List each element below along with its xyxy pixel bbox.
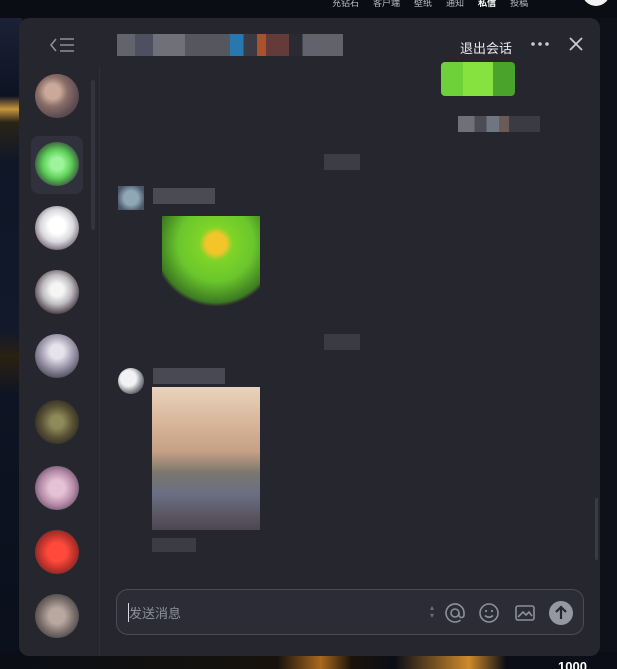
send-icon xyxy=(555,605,567,619)
sender-avatar[interactable] xyxy=(118,186,144,210)
nav-item-diamond[interactable]: 充钻石 xyxy=(332,0,359,9)
conversation-avatar[interactable] xyxy=(35,270,79,314)
conversation-avatar[interactable] xyxy=(35,74,79,118)
collapse-sidebar-icon[interactable] xyxy=(49,36,75,54)
message-scrollbar[interactable] xyxy=(595,498,598,560)
sent-meta-redacted xyxy=(458,116,540,132)
close-icon[interactable] xyxy=(566,34,586,54)
chat-header: 退出会话 xyxy=(100,18,600,68)
at-icon[interactable] xyxy=(443,601,467,625)
message-input[interactable] xyxy=(129,604,419,622)
time-divider-redacted xyxy=(324,334,360,350)
sent-sticker[interactable] xyxy=(441,62,515,96)
conversation-avatar[interactable] xyxy=(35,142,79,186)
exit-conversation-button[interactable]: 退出会话 xyxy=(460,38,512,57)
nav-item-wallpaper[interactable]: 壁纸 xyxy=(414,0,432,9)
nav-item-client[interactable]: 客户端 xyxy=(373,0,400,9)
sender-avatar[interactable] xyxy=(118,368,144,394)
conversation-avatar[interactable] xyxy=(35,334,79,378)
send-button[interactable] xyxy=(549,601,573,625)
nav-item-messages[interactable]: 私信 xyxy=(478,0,496,9)
conversation-sidebar xyxy=(19,18,99,656)
conversation-avatar[interactable] xyxy=(35,400,79,444)
received-photo[interactable] xyxy=(152,387,260,530)
message-composer: ▴▾ xyxy=(116,589,584,635)
more-icon[interactable] xyxy=(528,34,552,54)
emoji-icon[interactable] xyxy=(477,601,501,625)
received-sticker[interactable] xyxy=(162,216,260,308)
conversation-avatar[interactable] xyxy=(35,530,79,574)
top-navigation: 充钻石 客户端 壁纸 通知 私信 投稿 xyxy=(332,0,542,9)
nav-item-notifications[interactable]: 通知 xyxy=(446,0,464,9)
conversation-avatar[interactable] xyxy=(35,594,79,638)
sender-name-redacted xyxy=(153,188,215,204)
sidebar-scrollbar[interactable] xyxy=(91,80,95,230)
chat-panel: 退出会话 ▴▾ xyxy=(19,18,600,656)
conversation-title-redacted xyxy=(117,34,343,56)
time-divider-redacted xyxy=(324,154,360,170)
background-right xyxy=(600,18,617,652)
resize-grip-icon[interactable]: ▴ ▾ xyxy=(430,604,438,622)
corner-count: 1000 xyxy=(558,659,587,669)
conversation-avatar[interactable] xyxy=(35,466,79,510)
message-list xyxy=(100,62,600,588)
conversation-avatar[interactable] xyxy=(35,206,79,250)
sender-name-redacted xyxy=(153,368,225,384)
message-meta-redacted xyxy=(152,538,196,552)
image-icon[interactable] xyxy=(513,601,537,625)
nav-item-upload[interactable]: 投稿 xyxy=(510,0,528,9)
